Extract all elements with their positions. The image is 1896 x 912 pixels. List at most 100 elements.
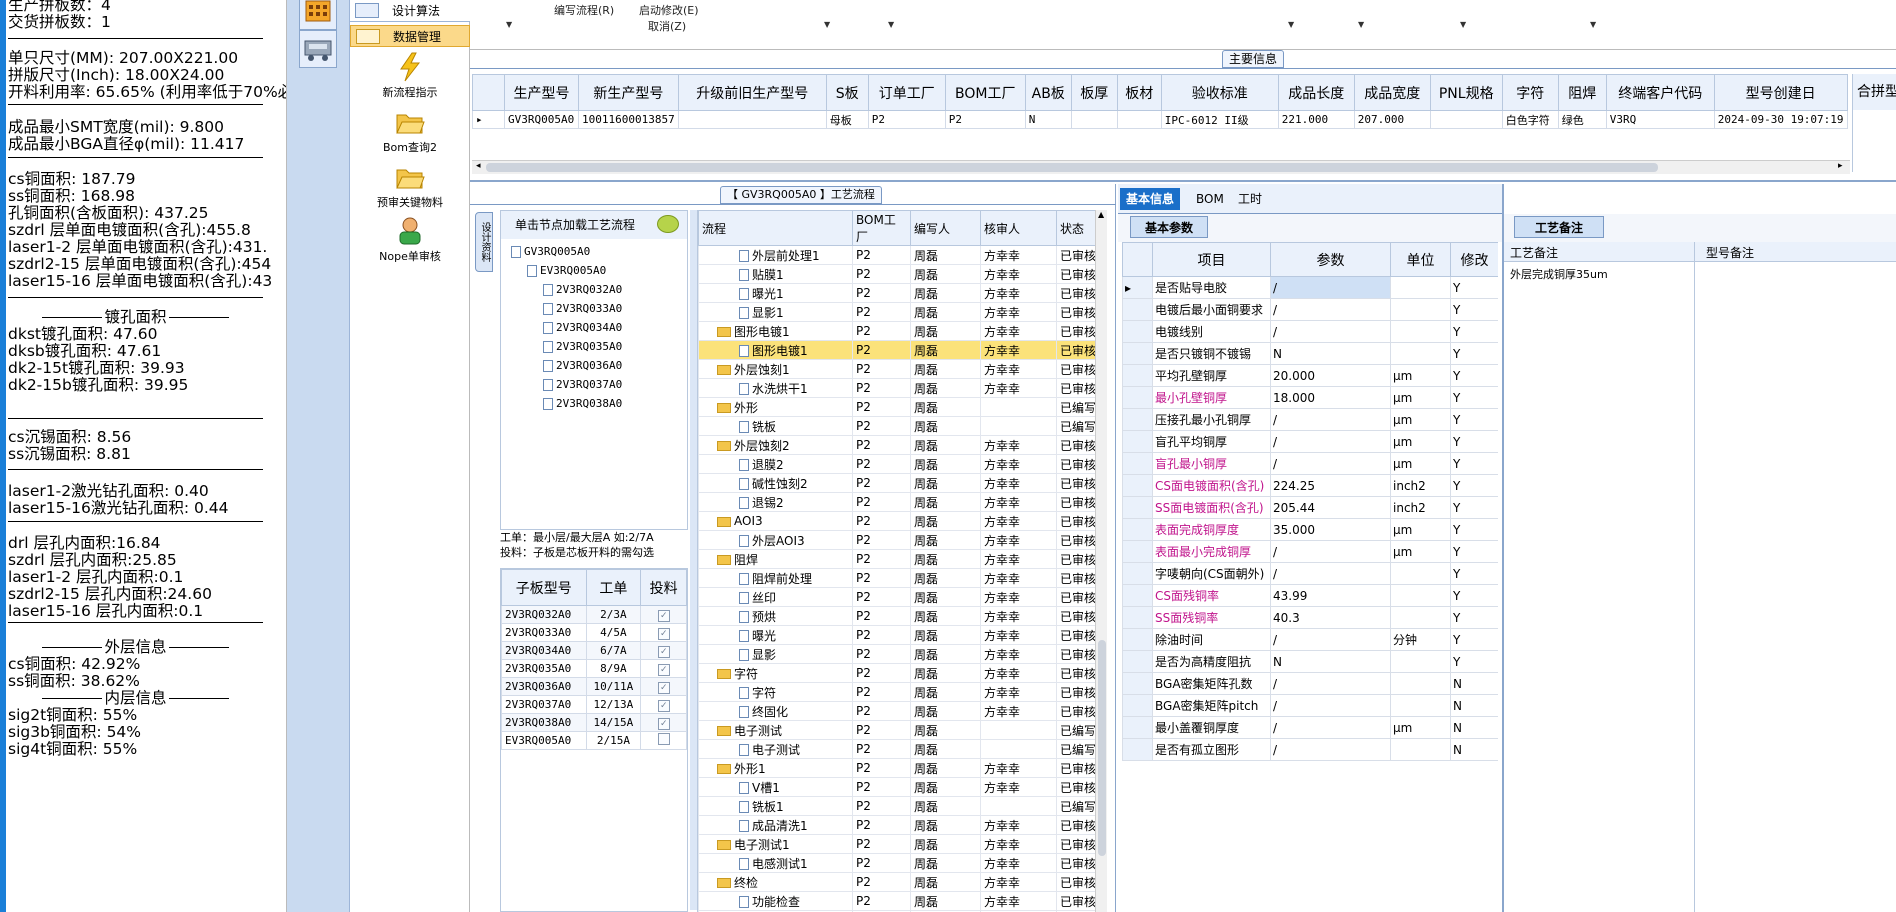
column-header[interactable]: 核审人 xyxy=(980,210,1057,246)
param-value-cell[interactable]: / xyxy=(1270,738,1391,761)
column-header[interactable]: 状态 xyxy=(1056,210,1099,246)
flow-row[interactable]: 显影 P2 周磊 方幸幸 已审核 xyxy=(698,644,1099,664)
param-modify-cell[interactable]: Y xyxy=(1450,386,1498,409)
flow-step-cell[interactable]: 铣板1 xyxy=(698,796,853,816)
tab-process-remarks[interactable]: 工艺备注 xyxy=(1514,216,1605,238)
param-modify-cell[interactable]: Y xyxy=(1450,298,1498,321)
grid-cell[interactable]: P2 xyxy=(867,110,946,129)
table-row[interactable]: 2V3RQ036A0 10/11A ✓ xyxy=(501,677,687,696)
sub-order-cell[interactable]: 8/9A xyxy=(585,659,642,678)
flow-step-cell[interactable]: 终固化 xyxy=(698,701,853,721)
flow-row[interactable]: 水洗烘干1 P2 周磊 方幸幸 已审核 xyxy=(698,378,1099,398)
param-modify-cell[interactable]: Y xyxy=(1450,342,1498,365)
nav-tab-data-management[interactable]: 数据管理 xyxy=(350,25,470,47)
column-header[interactable]: 流程 xyxy=(698,210,853,246)
flow-step-cell[interactable]: 阻焊 xyxy=(698,549,853,569)
grid-cell[interactable]: 2024-09-30 19:07:19 xyxy=(1713,110,1848,129)
nav-item-bom-query[interactable]: Bom查询2 xyxy=(350,107,470,155)
sub-order-cell[interactable]: 12/13A xyxy=(585,695,642,714)
grid-cell[interactable] xyxy=(1070,110,1118,129)
tree-leaf-node[interactable]: 2V3RQ032A0 xyxy=(543,283,622,296)
flow-step-cell[interactable]: 外层前处理1 xyxy=(698,245,853,265)
column-header[interactable]: 板厚 xyxy=(1070,74,1118,111)
row-indicator[interactable] xyxy=(1122,386,1153,409)
feed-checkbox-cell[interactable]: ✓ xyxy=(640,623,687,642)
cancel-button[interactable]: 取消(Z) xyxy=(648,18,686,34)
param-value-cell[interactable]: 20.000 xyxy=(1270,364,1391,387)
flow-step-cell[interactable]: 预烘 xyxy=(698,606,853,626)
column-header[interactable]: 字符 xyxy=(1501,74,1559,111)
flow-step-cell[interactable]: 曝光 xyxy=(698,625,853,645)
flow-row[interactable]: 外层AOI3 P2 周磊 方幸幸 已审核 xyxy=(698,530,1099,550)
flow-row[interactable]: 外形 P2 周磊 已编写 xyxy=(698,397,1099,417)
param-row[interactable]: 压接孔最小孔铜厚 / μm Y xyxy=(1122,408,1498,431)
flow-row[interactable]: 曝光1 P2 周磊 方幸幸 已审核 xyxy=(698,283,1099,303)
param-modify-cell[interactable]: Y xyxy=(1450,474,1498,497)
row-indicator[interactable] xyxy=(1122,298,1153,321)
flow-step-cell[interactable]: 终检 xyxy=(698,872,853,892)
tab-hours[interactable]: 工时 xyxy=(1232,188,1268,210)
param-value-cell[interactable]: 35.000 xyxy=(1270,518,1391,541)
flow-step-cell[interactable]: 字符 xyxy=(698,682,853,702)
param-modify-cell[interactable]: Y xyxy=(1450,650,1498,673)
param-value-cell[interactable]: / xyxy=(1270,694,1391,717)
column-header[interactable]: 编写人 xyxy=(910,210,981,246)
column-header[interactable]: 工单 xyxy=(585,569,642,606)
row-indicator[interactable] xyxy=(1122,518,1153,541)
grid-cell[interactable] xyxy=(1429,110,1503,129)
feed-checkbox-cell[interactable] xyxy=(640,731,687,750)
flow-step-cell[interactable]: 退膜2 xyxy=(698,454,853,474)
param-row[interactable]: 盲孔最小铜厚 / μm Y xyxy=(1122,452,1498,475)
flow-step-cell[interactable]: 铣板 xyxy=(698,416,853,436)
flow-row[interactable]: 终固化 P2 周磊 方幸幸 已审核 xyxy=(698,701,1099,721)
param-modify-cell[interactable]: Y xyxy=(1450,452,1498,475)
flow-row[interactable]: 预烘 P2 周磊 方幸幸 已审核 xyxy=(698,606,1099,626)
vertical-scrollbar[interactable]: ▲ xyxy=(1095,210,1107,912)
column-header[interactable]: 终端客户代码 xyxy=(1605,74,1715,111)
param-row[interactable]: 盲孔平均铜厚 / μm Y xyxy=(1122,430,1498,453)
param-value-cell[interactable]: 43.99 xyxy=(1270,584,1391,607)
param-value-cell[interactable]: / xyxy=(1270,716,1391,739)
flow-step-cell[interactable]: 电感测试1 xyxy=(698,853,853,873)
column-header[interactable]: 订单工厂 xyxy=(867,74,946,111)
table-row[interactable]: 2V3RQ034A0 6/7A ✓ xyxy=(501,641,687,660)
column-header[interactable]: 子板型号 xyxy=(501,569,587,606)
checkbox[interactable]: ✓ xyxy=(657,717,670,730)
row-indicator[interactable] xyxy=(1122,408,1153,431)
grid-cell[interactable]: 207.000 xyxy=(1353,110,1431,129)
chevron-down-icon[interactable]: ▼ xyxy=(1460,20,1466,29)
row-indicator[interactable] xyxy=(1122,474,1153,497)
flow-row[interactable]: 贴膜1 P2 周磊 方幸幸 已审核 xyxy=(698,264,1099,284)
param-modify-cell[interactable]: Y xyxy=(1450,584,1498,607)
param-value-cell[interactable]: / xyxy=(1270,320,1391,343)
param-modify-cell[interactable]: N xyxy=(1450,694,1498,717)
flow-step-cell[interactable]: 贴膜1 xyxy=(698,264,853,284)
nav-item-nope-review[interactable]: Nope单审核 xyxy=(350,216,470,264)
param-modify-cell[interactable]: Y xyxy=(1450,562,1498,585)
flow-row[interactable]: V槽1 P2 周磊 方幸幸 已审核 xyxy=(698,777,1099,797)
flow-step-cell[interactable]: 电子测试 xyxy=(698,739,853,759)
row-indicator[interactable] xyxy=(1122,562,1153,585)
tree-leaf-node[interactable]: 2V3RQ036A0 xyxy=(543,359,622,372)
tree-leaf-node[interactable]: 2V3RQ038A0 xyxy=(543,397,622,410)
param-row[interactable]: SS面电镀面积(含孔) 205.44 inch2 Y xyxy=(1122,496,1498,519)
sub-order-cell[interactable]: 2/3A xyxy=(585,605,642,624)
row-indicator[interactable] xyxy=(1122,320,1153,343)
flow-row[interactable]: 阻焊前处理 P2 周磊 方幸幸 已审核 xyxy=(698,568,1099,588)
param-modify-cell[interactable]: Y xyxy=(1450,276,1498,299)
param-row[interactable]: 是否只镀铜不镀锡 N Y xyxy=(1122,342,1498,365)
chevron-down-icon[interactable]: ▼ xyxy=(824,20,830,29)
flow-step-cell[interactable]: 图形电镀1 xyxy=(698,321,853,341)
column-header[interactable]: 参数 xyxy=(1270,242,1391,277)
flow-row[interactable]: 铣板 P2 周磊 已编写 xyxy=(698,416,1099,436)
table-row[interactable]: 2V3RQ037A0 12/13A ✓ xyxy=(501,695,687,714)
param-row[interactable]: 字唛朝向(CS面朝外) / Y xyxy=(1122,562,1498,585)
tree-child-node[interactable]: EV3RQ005A0 xyxy=(527,264,606,277)
flow-row[interactable]: 功能检查 P2 周磊 方幸幸 已审核 xyxy=(698,891,1099,911)
param-value-cell[interactable]: 224.25 xyxy=(1270,474,1391,497)
row-indicator[interactable] xyxy=(1122,694,1153,717)
flow-row[interactable]: 字符 P2 周磊 方幸幸 已审核 xyxy=(698,682,1099,702)
grid-cell[interactable]: 221.000 xyxy=(1277,110,1355,129)
tab-bom[interactable]: BOM xyxy=(1190,188,1230,210)
grid-cell[interactable]: 母板 xyxy=(825,110,869,129)
